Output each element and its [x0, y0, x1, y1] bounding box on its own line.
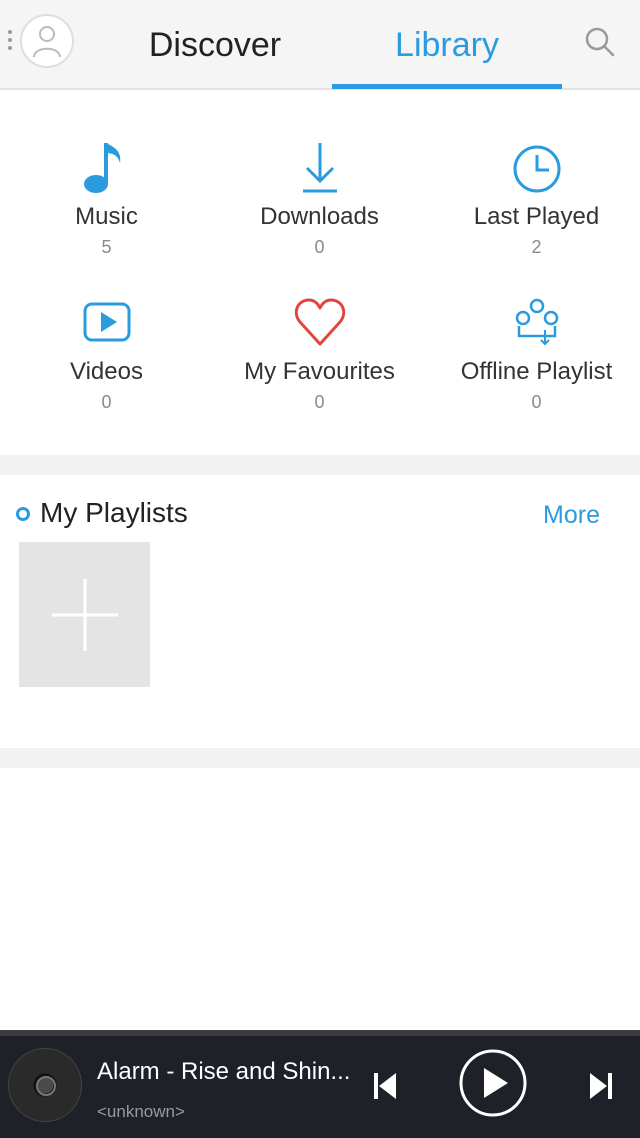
track-title: Alarm - Rise and Shin... [97, 1058, 351, 1085]
category-offline-playlist[interactable]: Offline Playlist 0 [430, 292, 640, 442]
previous-button[interactable] [366, 1066, 402, 1106]
mini-player[interactable]: Alarm - Rise and Shin... <unknown> [0, 1030, 640, 1138]
category-count: 2 [531, 237, 542, 257]
category-music[interactable]: Music 5 [0, 137, 213, 287]
play-button[interactable] [458, 1048, 528, 1118]
menu-dots-icon[interactable] [8, 30, 14, 54]
category-label: Offline Playlist [460, 358, 613, 385]
category-count: 0 [101, 392, 112, 412]
add-playlist-button[interactable] [19, 542, 150, 687]
music-note-icon [77, 137, 137, 197]
section-dot-icon [16, 507, 30, 521]
category-my-favourites[interactable]: My Favourites 0 [213, 292, 426, 442]
next-button[interactable] [584, 1066, 620, 1106]
user-icon [33, 26, 61, 58]
play-icon [459, 1049, 527, 1117]
more-link[interactable]: More [543, 501, 600, 530]
playlists-title: My Playlists [40, 497, 188, 528]
search-button[interactable] [580, 22, 620, 62]
search-icon [585, 27, 615, 57]
category-label: Videos [70, 358, 143, 385]
category-downloads[interactable]: Downloads 0 [213, 137, 426, 287]
playlists-header: My Playlists More [0, 495, 640, 539]
tab-discover[interactable]: Discover [130, 0, 300, 90]
offline-playlist-icon [507, 292, 567, 352]
section-divider [0, 748, 640, 768]
previous-icon [374, 1073, 396, 1099]
category-count: 5 [101, 237, 112, 257]
category-label: Last Played [473, 203, 600, 230]
disc-icon [8, 1048, 82, 1122]
category-label: My Favourites [244, 358, 395, 385]
tab-library[interactable]: Library [332, 0, 562, 90]
library-categories: Music 5 Downloads 0 Last Played 2 Videos… [0, 92, 640, 454]
category-count: 0 [314, 237, 325, 257]
clock-icon [507, 137, 567, 197]
category-label: Music [75, 203, 138, 230]
category-videos[interactable]: Videos 0 [0, 292, 213, 442]
active-tab-indicator [332, 84, 562, 89]
category-last-played[interactable]: Last Played 2 [430, 137, 640, 287]
video-play-icon [77, 292, 137, 352]
category-count: 0 [314, 392, 325, 412]
section-divider [0, 455, 640, 475]
category-count: 0 [531, 392, 542, 412]
plus-icon [51, 578, 118, 651]
avatar[interactable] [20, 14, 74, 68]
heart-icon [290, 292, 350, 352]
next-icon [590, 1073, 612, 1099]
download-icon [290, 137, 350, 197]
category-label: Downloads [260, 203, 379, 230]
track-artist: <unknown> [97, 1102, 185, 1121]
top-bar: Discover Library [0, 0, 640, 90]
